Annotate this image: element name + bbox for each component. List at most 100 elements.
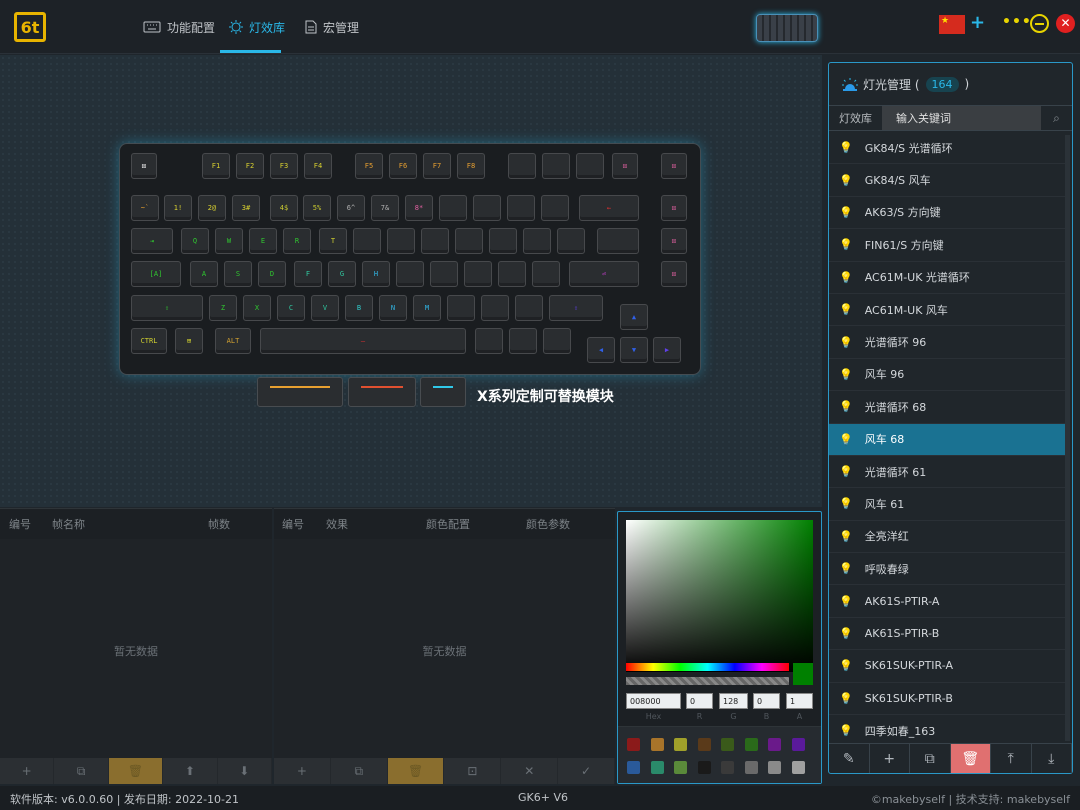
- key-capslock[interactable]: [A]: [131, 261, 181, 287]
- device-thumbnail[interactable]: [756, 14, 818, 42]
- add-icon[interactable]: +: [274, 758, 331, 784]
- effect-list-item[interactable]: 💡 呼吸春绿: [829, 553, 1065, 586]
- scrollbar[interactable]: [1065, 135, 1070, 741]
- key-a[interactable]: A: [190, 261, 218, 287]
- alpha-field[interactable]: 1: [786, 693, 813, 709]
- key-0[interactable]: [473, 195, 501, 221]
- key-e[interactable]: E: [249, 228, 277, 254]
- library-tab[interactable]: 灯效库: [829, 106, 882, 130]
- effect-list-item[interactable]: 💡 GK84/S 光谱循环: [829, 132, 1065, 165]
- key-f9[interactable]: [508, 153, 536, 179]
- key-rbracket[interactable]: [557, 228, 585, 254]
- key-2[interactable]: 2@: [198, 195, 226, 221]
- key-tab[interactable]: ⇥: [131, 228, 173, 254]
- effect-list-item[interactable]: 💡 光谱循环 61: [829, 456, 1065, 489]
- add-icon[interactable]: +: [970, 12, 985, 33]
- key-f10[interactable]: [542, 153, 570, 179]
- key-right[interactable]: ▶: [653, 337, 681, 363]
- key-c[interactable]: C: [277, 295, 305, 321]
- preset-color[interactable]: [768, 761, 781, 774]
- key-5[interactable]: 5%: [303, 195, 331, 221]
- key-dice[interactable]: ⚄: [131, 153, 157, 179]
- key-f2[interactable]: F2: [236, 153, 264, 179]
- key-n[interactable]: N: [379, 295, 407, 321]
- key-h[interactable]: H: [362, 261, 390, 287]
- key-lshift[interactable]: ⇧: [131, 295, 203, 321]
- effect-list-item[interactable]: 💡 全亮洋红: [829, 521, 1065, 554]
- preset-color[interactable]: [791, 738, 805, 751]
- add-icon[interactable]: +: [0, 758, 55, 784]
- key-f7[interactable]: F7: [423, 153, 451, 179]
- effect-list-item[interactable]: 💡 AC61M-UK 光谱循环: [829, 262, 1065, 294]
- preset-color[interactable]: [627, 761, 640, 774]
- search-input[interactable]: [882, 106, 1042, 130]
- key-equal[interactable]: [541, 195, 569, 221]
- confirm-icon[interactable]: ✓: [558, 758, 615, 784]
- key-g[interactable]: G: [328, 261, 356, 287]
- effect-list-item[interactable]: 💡 GK84/S 风车: [829, 164, 1065, 197]
- tab-lighting-library[interactable]: 灯效库: [229, 16, 285, 38]
- key-ctrl[interactable]: CTRL: [131, 328, 167, 354]
- key-f5[interactable]: F5: [355, 153, 383, 179]
- preset-color[interactable]: [674, 738, 687, 751]
- key-left[interactable]: ◀: [587, 337, 615, 363]
- key-w[interactable]: W: [215, 228, 243, 254]
- key-backslash[interactable]: [597, 228, 639, 254]
- delete-icon[interactable]: 🗑: [108, 758, 164, 784]
- key-z[interactable]: Z: [209, 295, 237, 321]
- minimize-button[interactable]: [1030, 14, 1049, 33]
- preset-color[interactable]: [744, 761, 758, 774]
- key-j[interactable]: [396, 261, 424, 287]
- key-minus[interactable]: [507, 195, 535, 221]
- upload-icon[interactable]: ⤒: [991, 744, 1032, 773]
- key-lbracket[interactable]: [523, 228, 551, 254]
- china-flag-icon[interactable]: ★: [939, 15, 965, 34]
- key-period[interactable]: [481, 295, 509, 321]
- key-quote[interactable]: [532, 261, 560, 287]
- key-down[interactable]: ▼: [620, 337, 648, 363]
- copy-icon[interactable]: ⧉: [910, 744, 951, 773]
- effect-list-item[interactable]: 💡 风车 61: [829, 488, 1065, 521]
- move-down-icon[interactable]: ⬇: [218, 758, 273, 784]
- effect-list-item[interactable]: 💡 SK61SUK-PTIR-A: [829, 650, 1065, 683]
- red-field[interactable]: 0: [686, 693, 713, 709]
- effect-list-item[interactable]: 💡 光谱循环 96: [829, 326, 1065, 359]
- key-alt[interactable]: ALT: [215, 328, 251, 354]
- search-icon[interactable]: ⌕: [1041, 106, 1072, 130]
- delete-icon[interactable]: 🗑: [387, 758, 445, 784]
- effect-list-item[interactable]: 💡 SK61SUK-PTIR-B: [829, 683, 1065, 716]
- hex-field[interactable]: 008000: [626, 693, 681, 709]
- key-4[interactable]: 4$: [270, 195, 298, 221]
- effect-list-item[interactable]: 💡 四季如春_163: [829, 715, 1065, 744]
- key-l[interactable]: [464, 261, 492, 287]
- key-slash[interactable]: [515, 295, 543, 321]
- key-fn[interactable]: [509, 328, 537, 354]
- add-icon[interactable]: +: [870, 744, 910, 773]
- key-o[interactable]: [455, 228, 483, 254]
- key-d[interactable]: D: [258, 261, 286, 287]
- key-f6[interactable]: F6: [389, 153, 417, 179]
- keyboard-preview[interactable]: ⚄ F1 F2 F3 F4 F5 F6 F7 F8 ⚄ ⚄ ~` 1! 2@ 3…: [119, 143, 701, 375]
- cancel-icon[interactable]: ✕: [501, 758, 559, 784]
- key-q[interactable]: Q: [181, 228, 209, 254]
- delete-icon[interactable]: 🗑: [950, 744, 991, 773]
- key-b[interactable]: B: [345, 295, 373, 321]
- key-p[interactable]: [489, 228, 517, 254]
- effect-list-item[interactable]: 💡 AC61M-UK 风车: [829, 294, 1065, 327]
- effect-list-item[interactable]: 💡 AK61S-PTIR-B: [829, 618, 1065, 651]
- key-dice[interactable]: ⚄: [661, 261, 687, 287]
- more-icon[interactable]: •••: [1002, 14, 1032, 30]
- key-tilde[interactable]: ~`: [131, 195, 159, 221]
- key-enter[interactable]: ⏎: [569, 261, 639, 287]
- key-i[interactable]: [421, 228, 449, 254]
- tab-macro-management[interactable]: 宏管理: [305, 16, 359, 38]
- preset-color[interactable]: [627, 738, 640, 751]
- import-icon[interactable]: ⊡: [444, 758, 502, 784]
- preset-color[interactable]: [721, 761, 734, 774]
- key-ralt[interactable]: [475, 328, 503, 354]
- move-up-icon[interactable]: ⬆: [163, 758, 218, 784]
- alpha-slider[interactable]: [626, 677, 789, 685]
- key-dice[interactable]: ⚄: [661, 228, 687, 254]
- key-3[interactable]: 3#: [232, 195, 260, 221]
- effect-list-item[interactable]: 💡 光谱循环 68: [829, 391, 1065, 424]
